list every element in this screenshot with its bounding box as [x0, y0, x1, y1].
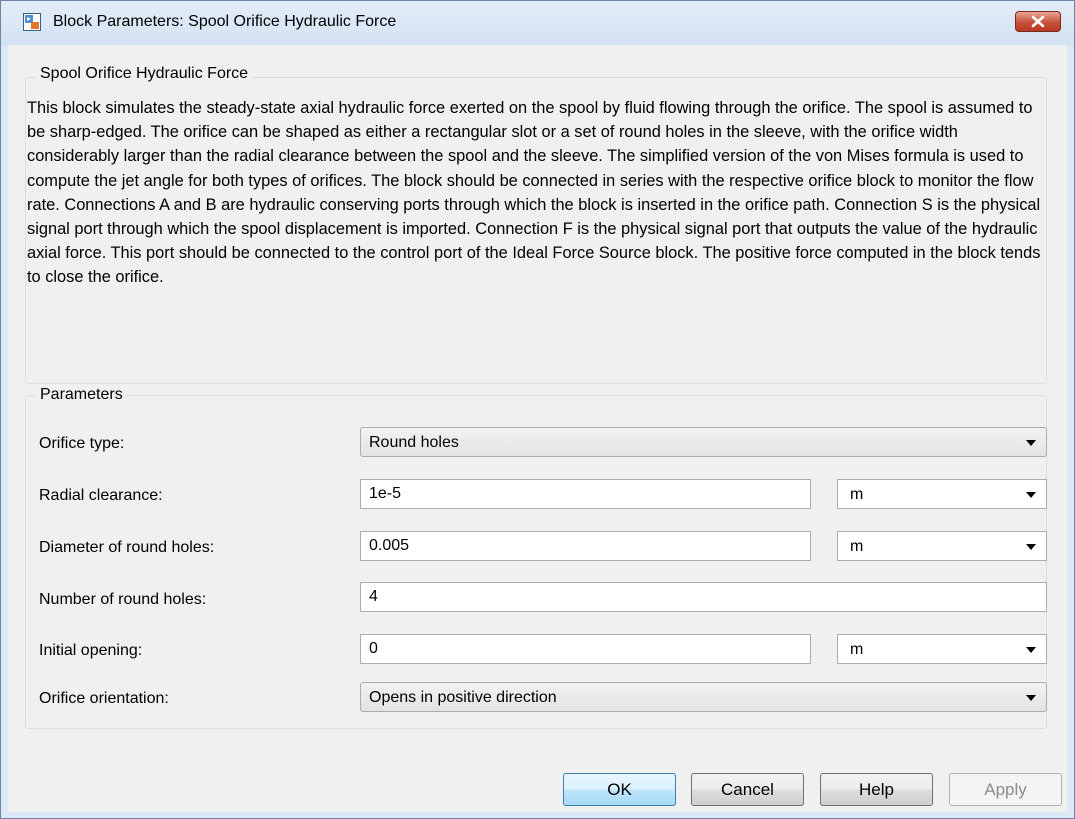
orifice-type-dropdown[interactable]: Round holes: [360, 427, 1047, 457]
radial-clearance-label: Radial clearance:: [39, 487, 163, 504]
radial-clearance-unit-dropdown[interactable]: m: [837, 479, 1047, 509]
radial-clearance-input[interactable]: [360, 479, 811, 509]
parameters-group-title: Parameters: [36, 386, 127, 404]
num-holes-label: Number of round holes:: [39, 591, 207, 608]
diameter-input[interactable]: [360, 531, 811, 561]
cancel-button[interactable]: Cancel: [691, 773, 804, 806]
orifice-type-label: Orifice type:: [39, 435, 125, 452]
title-bar[interactable]: Block Parameters: Spool Orifice Hydrauli…: [1, 1, 1074, 45]
diameter-label: Diameter of round holes:: [39, 539, 215, 556]
num-holes-input[interactable]: [360, 582, 1047, 612]
ok-button[interactable]: OK: [563, 773, 676, 806]
initial-opening-unit-value: m: [850, 641, 864, 658]
close-x-icon: [1031, 15, 1045, 28]
orifice-orientation-dropdown[interactable]: Opens in positive direction: [360, 682, 1047, 712]
initial-opening-unit-dropdown[interactable]: m: [837, 634, 1047, 664]
close-button[interactable]: [1015, 11, 1061, 32]
orifice-orientation-value: Opens in positive direction: [369, 689, 557, 706]
window-title: Block Parameters: Spool Orifice Hydrauli…: [53, 13, 397, 30]
initial-opening-label: Initial opening:: [39, 642, 143, 659]
apply-button[interactable]: Apply: [949, 773, 1062, 806]
description-group-title: Spool Orifice Hydraulic Force: [36, 65, 253, 83]
dialog-window: Block Parameters: Spool Orifice Hydrauli…: [0, 0, 1075, 819]
chevron-down-icon: [1026, 440, 1036, 446]
diameter-unit-value: m: [850, 538, 864, 555]
block-description: This block simulates the steady-state ax…: [27, 99, 1041, 287]
diameter-unit-dropdown[interactable]: m: [837, 531, 1047, 561]
chevron-down-icon: [1026, 492, 1036, 498]
chevron-down-icon: [1026, 695, 1036, 701]
chevron-down-icon: [1026, 544, 1036, 550]
simulink-block-icon: [23, 13, 41, 31]
radial-clearance-unit-value: m: [850, 486, 864, 503]
help-button[interactable]: Help: [820, 773, 933, 806]
orifice-orientation-label: Orifice orientation:: [39, 690, 169, 707]
dialog-body: Spool Orifice Hydraulic Force This block…: [8, 45, 1067, 812]
chevron-down-icon: [1026, 647, 1036, 653]
initial-opening-input[interactable]: [360, 634, 811, 664]
orifice-type-value: Round holes: [369, 434, 459, 451]
